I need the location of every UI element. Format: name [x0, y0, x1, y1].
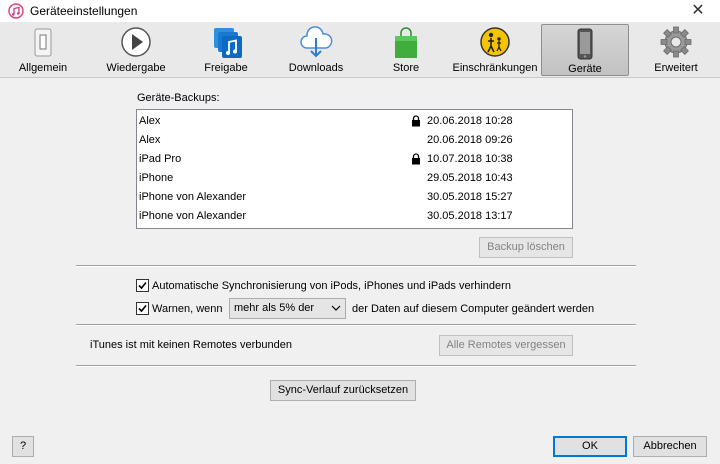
backup-name: iPhone von Alexander — [139, 191, 247, 203]
checkmark-icon — [138, 304, 147, 313]
ok-button[interactable]: OK — [553, 436, 627, 457]
backup-name: iPhone — [139, 172, 174, 184]
backup-name: iPad Pro — [139, 153, 182, 165]
list-item[interactable]: iPhone von Alexander 30.05.2018 15:27 — [139, 188, 569, 207]
backup-date: 30.05.2018 13:17 — [427, 210, 513, 222]
tab-label: Einschränkungen — [452, 62, 538, 74]
music-share-icon — [214, 28, 242, 58]
list-item[interactable]: Alex 20.06.2018 09:26 — [139, 131, 569, 150]
auto-sync-checkbox[interactable] — [136, 279, 149, 292]
list-item[interactable]: iPhone 29.05.2018 10:43 — [139, 169, 569, 188]
backup-date: 30.05.2018 15:27 — [427, 191, 513, 203]
cancel-button[interactable]: Abbrechen — [633, 436, 707, 457]
backup-date: 20.06.2018 09:26 — [427, 134, 513, 146]
close-icon[interactable]: ✕ — [676, 0, 720, 22]
divider — [76, 365, 636, 367]
backup-date: 29.05.2018 10:43 — [427, 172, 513, 184]
warn-threshold-select[interactable]: mehr als 5% der — [229, 298, 346, 319]
lock-icon — [412, 153, 420, 165]
backup-list[interactable]: Alex 20.06.2018 10:28 Alex 20.06.2018 09… — [136, 109, 573, 229]
delete-backup-button[interactable]: Backup löschen — [479, 237, 573, 258]
tab-label: Allgemein — [18, 62, 68, 74]
backups-label: Geräte-Backups: — [137, 92, 220, 104]
backup-name: Alex — [139, 134, 161, 146]
tab-label: Geräte — [568, 63, 602, 75]
list-item[interactable]: iPhone von Alexander 30.05.2018 13:17 — [139, 207, 569, 226]
tab-erweitert[interactable]: Erweitert — [648, 24, 704, 76]
remotes-status: iTunes ist mit keinen Remotes verbunden — [90, 339, 292, 351]
tab-label: Freigabe — [204, 62, 248, 74]
warn-label: Warnen, wenn — [152, 303, 223, 315]
checkmark-icon — [138, 281, 147, 290]
tab-einschraenkungen[interactable]: Einschränkungen — [452, 24, 538, 76]
tab-freigabe[interactable]: Freigabe — [196, 24, 256, 76]
tab-allgemein[interactable]: Allgemein — [10, 24, 76, 76]
shopping-bag-icon — [395, 27, 417, 58]
auto-sync-label: Automatische Synchronisierung von iPods,… — [152, 280, 511, 292]
cloud-download-icon — [300, 26, 333, 58]
parental-restriction-icon — [480, 27, 510, 57]
tab-label: Wiedergabe — [106, 62, 166, 74]
reset-sync-history-button[interactable]: Sync-Verlauf zurücksetzen — [270, 380, 416, 401]
backup-name: iPhone von Alexander — [139, 210, 247, 222]
chevron-down-icon — [331, 305, 341, 311]
lock-icon — [412, 115, 420, 127]
backup-date: 20.06.2018 10:28 — [427, 115, 513, 127]
tab-label: Downloads — [288, 62, 344, 74]
list-item[interactable]: iPad Pro 10.07.2018 10:38 — [139, 150, 569, 169]
tab-store[interactable]: Store — [386, 24, 426, 76]
forget-remotes-button[interactable]: Alle Remotes vergessen — [439, 335, 573, 356]
tab-geraete[interactable]: Geräte — [541, 24, 629, 76]
title-bar: Geräteeinstellungen ✕ — [0, 0, 720, 22]
tab-label: Store — [392, 62, 420, 74]
tab-wiedergabe[interactable]: Wiedergabe — [100, 24, 172, 76]
warn-checkbox[interactable] — [136, 302, 149, 315]
backup-name: Alex — [139, 115, 161, 127]
switch-icon — [34, 28, 52, 57]
divider — [76, 265, 636, 267]
play-icon — [121, 27, 151, 57]
device-phone-icon — [577, 28, 593, 60]
backup-date: 10.07.2018 10:38 — [427, 153, 513, 165]
divider — [76, 324, 636, 326]
warn-suffix: der Daten auf diesem Computer geändert w… — [352, 303, 595, 315]
window-title: Geräteeinstellungen — [30, 4, 138, 18]
select-value: mehr als 5% der — [234, 302, 315, 314]
help-button[interactable]: ? — [12, 436, 34, 457]
list-item[interactable]: Alex 20.06.2018 10:28 — [139, 112, 569, 131]
preferences-toolbar: Allgemein Wiedergabe Freigabe Downloads — [0, 22, 720, 78]
tab-downloads[interactable]: Downloads — [282, 24, 350, 76]
gear-icon — [660, 26, 692, 58]
itunes-icon — [8, 3, 24, 19]
tab-label: Erweitert — [654, 62, 698, 74]
